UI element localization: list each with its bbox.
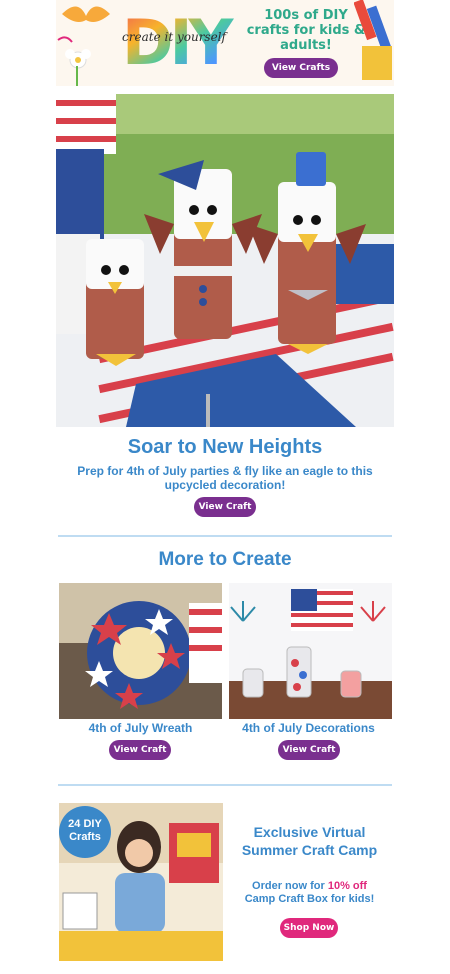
badge-line-1: 24 DIY — [68, 818, 102, 830]
view-crafts-button[interactable]: View Crafts — [264, 58, 338, 78]
crayons-decoration — [354, 0, 392, 80]
wreath-caption: 4th of July Wreath — [88, 721, 193, 735]
logo-script-text: create it yourself — [122, 30, 226, 44]
hero-title: Soar to New Heights — [127, 436, 323, 458]
section-divider — [58, 535, 392, 537]
more-to-create-title: More to Create — [158, 549, 292, 570]
order-prefix: Order now for — [252, 880, 328, 892]
hero-subtitle: Prep for 4th of July parties & fly like … — [77, 464, 373, 492]
header-banner: DIY create it yourself 100s of DIY craft… — [56, 0, 394, 86]
badge-line-2: Crafts — [69, 831, 101, 843]
decorations-caption: 4th of July Decorations — [242, 721, 375, 735]
shop-now-button[interactable]: Shop Now — [280, 918, 338, 938]
decorations-image[interactable] — [229, 583, 392, 719]
decorations-view-craft-button[interactable]: View Craft — [278, 740, 340, 760]
hero-view-craft-button[interactable]: View Craft — [194, 497, 256, 517]
camp-order-text: Order now for 10% off Camp Craft Box for… — [232, 880, 387, 906]
hero-image-eagle-craft[interactable] — [56, 94, 394, 427]
wreath-image[interactable] — [59, 583, 222, 719]
banner-tagline: 100s of DIY crafts for kids & adults! — [246, 8, 366, 53]
wreath-view-craft-button[interactable]: View Craft — [109, 740, 171, 760]
diy-crafts-badge: 24 DIY Crafts — [59, 806, 111, 858]
section-divider-2 — [58, 784, 392, 786]
eagle-left — [86, 239, 144, 366]
butterfly-flower-decoration — [57, 6, 110, 86]
order-suffix: Camp Craft Box for kids! — [244, 893, 375, 905]
discount-text: 10% off — [327, 880, 367, 892]
camp-title: Exclusive Virtual Summer Craft Camp — [241, 824, 378, 858]
